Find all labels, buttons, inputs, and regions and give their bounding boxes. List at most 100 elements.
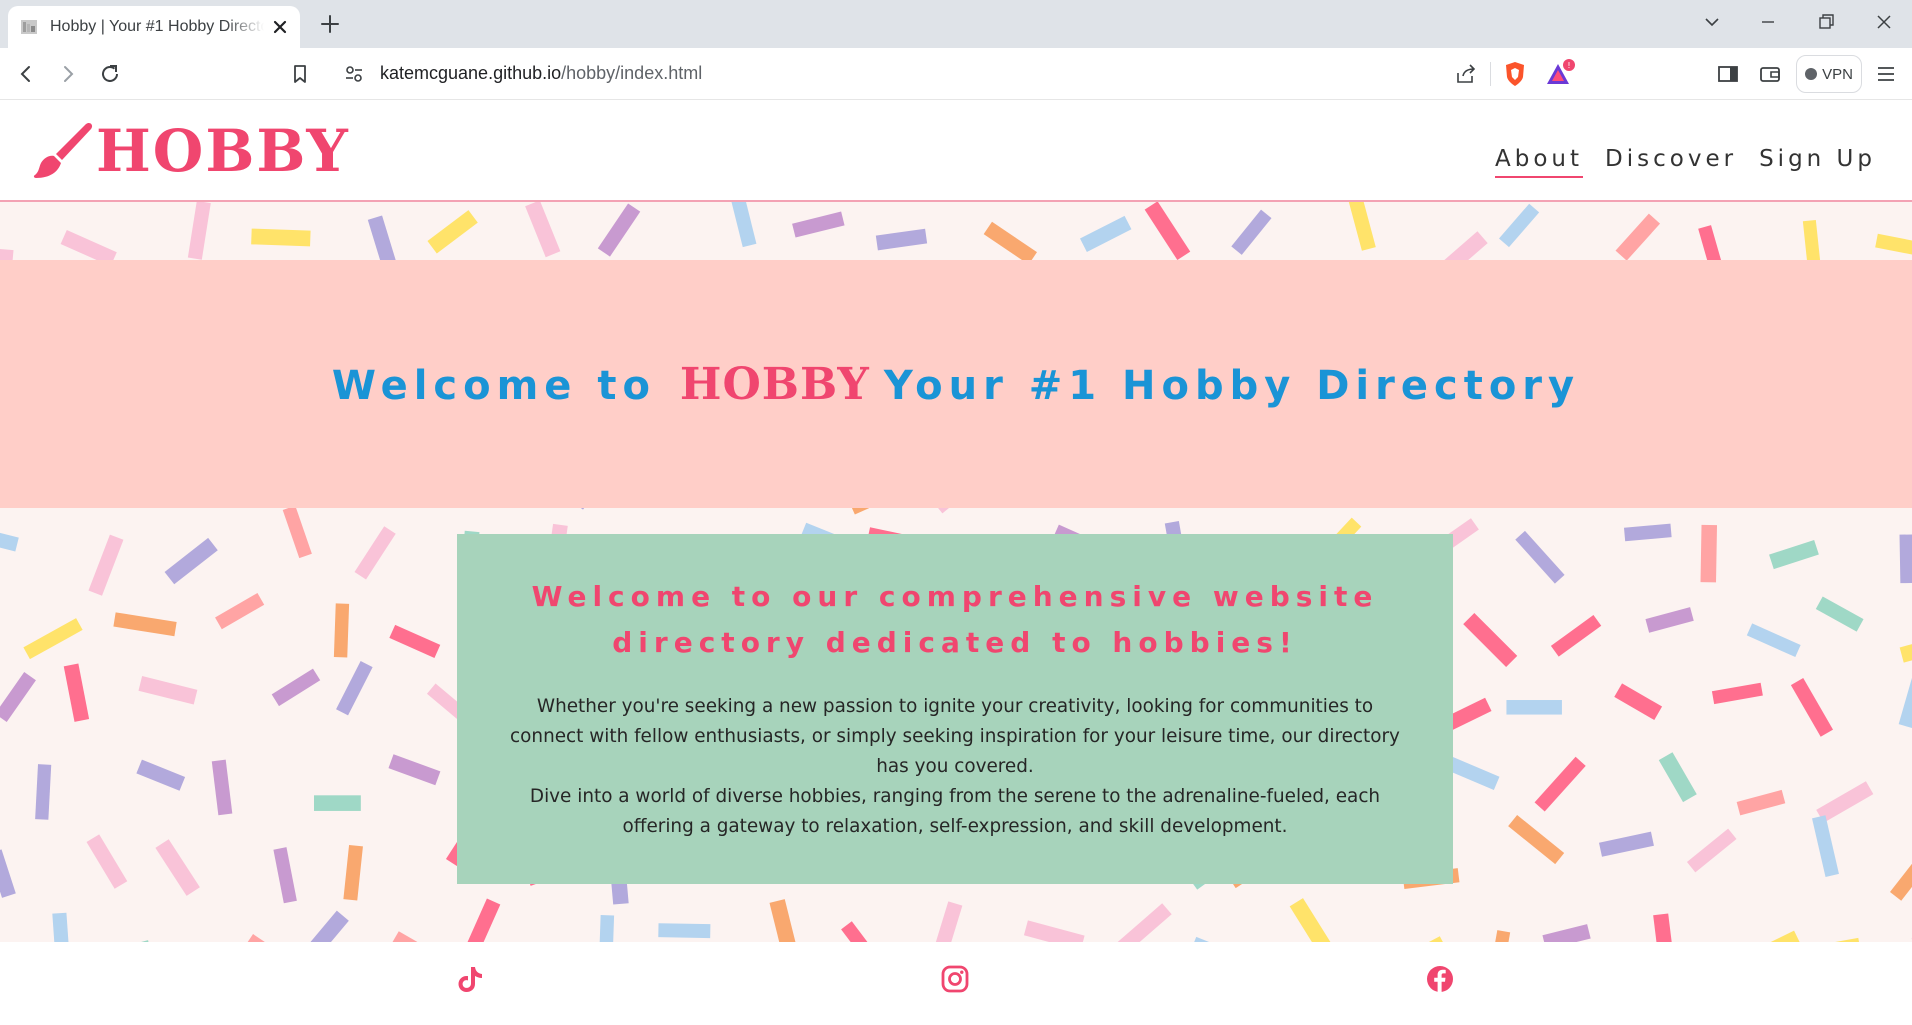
close-window-icon[interactable] — [1870, 8, 1898, 36]
sprinkle — [389, 624, 441, 658]
sprinkle — [1486, 930, 1511, 942]
sprinkle — [138, 676, 198, 705]
sprinkle — [1598, 831, 1654, 857]
sprinkle — [1550, 615, 1602, 657]
share-icon[interactable] — [1454, 62, 1478, 86]
instagram-icon[interactable] — [940, 964, 970, 994]
sprinkle — [1508, 814, 1565, 865]
sprinkle — [1144, 202, 1191, 261]
sprinkle — [1515, 530, 1565, 584]
sprinkle — [1653, 913, 1675, 942]
svg-text:!: ! — [1567, 61, 1570, 70]
omnibox-divider — [1490, 62, 1491, 86]
bookmark-icon[interactable] — [286, 60, 314, 88]
brave-shield-icon[interactable] — [1502, 60, 1528, 88]
banner-title: Welcome to HOBBY Your #1 Hobby Directory — [332, 359, 1580, 410]
sprinkle — [1711, 682, 1763, 705]
chevron-down-icon[interactable] — [1698, 8, 1726, 36]
sprinkle — [211, 759, 233, 816]
wallet-icon[interactable] — [1756, 60, 1784, 88]
sprinkle — [1623, 523, 1672, 542]
sprinkle — [343, 844, 363, 901]
vpn-label: VPN — [1822, 65, 1853, 83]
nav-about[interactable]: About — [1495, 146, 1584, 178]
menu-icon[interactable] — [1872, 60, 1900, 88]
sprinkle — [1534, 756, 1586, 812]
intro-paragraph-2: Dive into a world of diverse hobbies, ra… — [529, 786, 1381, 837]
close-icon[interactable] — [270, 17, 290, 37]
site-logo[interactable]: HOBBY — [30, 118, 350, 184]
sprinkle — [1746, 623, 1801, 658]
sprinkle — [841, 921, 889, 942]
sprinkle — [282, 505, 312, 559]
sprinkle — [88, 534, 124, 596]
sprinkle — [314, 795, 361, 811]
minimize-icon[interactable] — [1754, 8, 1782, 36]
sprinkle — [525, 202, 561, 258]
plus-icon[interactable] — [318, 12, 342, 36]
browser-toolbar: katemcguane.github.io/hobby/index.html !… — [0, 48, 1912, 100]
favicon — [21, 20, 37, 34]
sprinkle — [222, 934, 266, 942]
vpn-status-icon — [1805, 68, 1818, 80]
sprinkle — [427, 210, 478, 254]
sidebar-icon[interactable] — [1714, 60, 1742, 88]
sprinkle — [392, 931, 449, 942]
sprinkle — [875, 228, 928, 251]
sprinkle — [1645, 607, 1694, 633]
sprinkle — [1875, 233, 1912, 257]
sprinkle — [63, 663, 90, 722]
sprinkle — [769, 899, 798, 942]
reload-icon[interactable] — [96, 60, 124, 88]
browser-tab[interactable]: Hobby | Your #1 Hobby Directory — [8, 6, 300, 48]
facebook-icon[interactable] — [1425, 964, 1455, 994]
nav-discover[interactable]: Discover — [1605, 146, 1737, 178]
sprinkle — [113, 612, 177, 637]
sprinkle — [1889, 852, 1912, 901]
sprinkle — [251, 228, 311, 247]
intro-heading: Welcome to our comprehensive website dir… — [531, 580, 1379, 659]
sprinkle — [136, 759, 186, 791]
web-page: HOBBY About Discover Sign Up Welcome to … — [0, 100, 1912, 1025]
browser-tab-strip: Hobby | Your #1 Hobby Directory — [0, 0, 1912, 48]
forward-arrow-icon[interactable] — [54, 60, 82, 88]
sprinkle — [164, 537, 218, 585]
sprinkle — [333, 603, 350, 658]
sprinkle — [388, 754, 441, 786]
sprinkle — [464, 898, 501, 942]
brave-rewards-icon[interactable]: ! — [1544, 58, 1576, 88]
sprinkle — [23, 618, 83, 660]
sprinkle — [1747, 930, 1801, 942]
sprinkle — [86, 834, 128, 889]
site-info-icon[interactable] — [342, 62, 366, 86]
sprinkle — [52, 912, 71, 942]
sprinkle — [1498, 203, 1540, 248]
back-arrow-icon[interactable] — [12, 60, 40, 88]
sprinkle — [1898, 676, 1912, 729]
site-header: HOBBY About Discover Sign Up — [0, 100, 1912, 202]
url-path: /hobby/index.html — [561, 63, 703, 83]
address-bar[interactable]: katemcguane.github.io/hobby/index.html ! — [330, 54, 1580, 94]
sprinkle — [1658, 752, 1697, 803]
vpn-button[interactable]: VPN — [1796, 55, 1862, 93]
logo-text: HOBBY — [96, 117, 350, 185]
sprinkle — [1899, 534, 1912, 584]
nav-sign-up[interactable]: Sign Up — [1759, 146, 1876, 178]
sprinkle — [1347, 202, 1376, 251]
sprinkle — [983, 221, 1037, 265]
sprinkle — [1080, 215, 1132, 253]
sprinkle — [1899, 633, 1912, 663]
sprinkle — [0, 525, 19, 552]
sprinkle — [155, 839, 200, 896]
sprinkle — [271, 668, 321, 707]
restore-icon[interactable] — [1812, 8, 1840, 36]
sprinkle — [354, 526, 396, 580]
sprinkle — [1506, 700, 1562, 715]
sprinkle — [1736, 789, 1786, 816]
tiktok-icon[interactable] — [455, 964, 485, 994]
sprinkle — [273, 847, 297, 904]
banner-suffix: Your #1 Hobby Directory — [883, 362, 1581, 409]
sprinkle — [598, 915, 615, 942]
sprinkle — [1815, 596, 1864, 632]
sprinkle — [1790, 678, 1834, 737]
